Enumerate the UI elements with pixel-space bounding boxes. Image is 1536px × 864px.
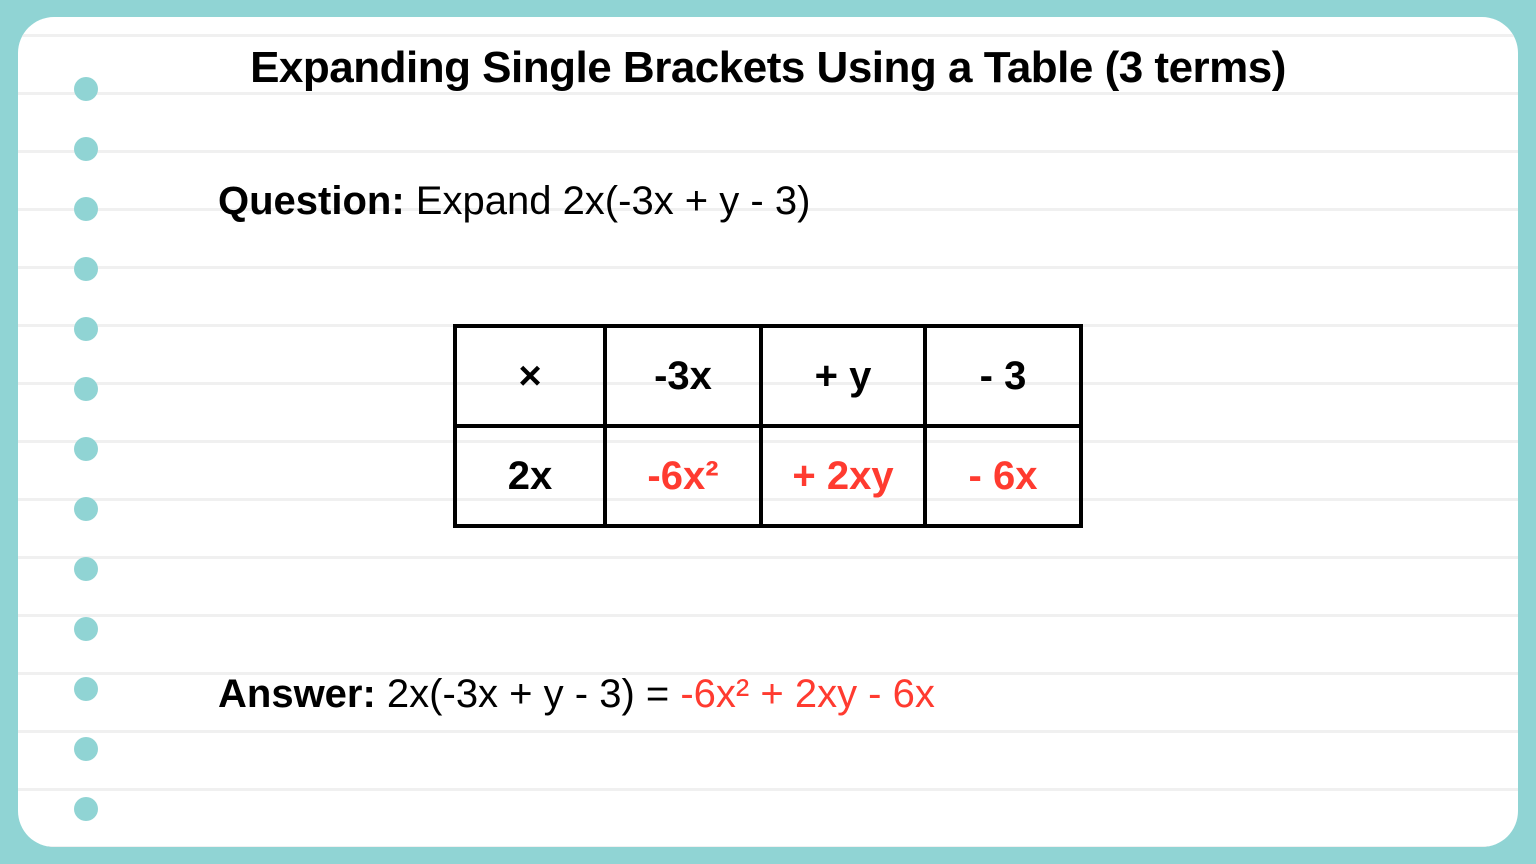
answer-label: Answer: (218, 672, 376, 716)
question-line: Question: Expand 2x(-3x + y - 3) (218, 179, 1518, 224)
cell-product2: + 2xy (761, 426, 925, 526)
notepaper-card: Expanding Single Brackets Using a Table … (18, 17, 1518, 847)
answer-text: 2x(-3x + y - 3) = (376, 672, 681, 716)
table-row: 2x -6x² + 2xy - 6x (455, 426, 1081, 526)
cell-product3: - 6x (925, 426, 1081, 526)
question-text: Expand 2x(-3x + y - 3) (405, 179, 811, 223)
cell-op: × (455, 326, 605, 426)
answer-line: Answer: 2x(-3x + y - 3) = -6x² + 2xy - 6… (218, 672, 1518, 717)
cell-product1: -6x² (605, 426, 761, 526)
page-title: Expanding Single Brackets Using a Table … (18, 43, 1518, 93)
cell-term1: -3x (605, 326, 761, 426)
content-area: Expanding Single Brackets Using a Table … (18, 17, 1518, 847)
cell-term3: - 3 (925, 326, 1081, 426)
answer-result: -6x² + 2xy - 6x (680, 672, 935, 716)
question-label: Question: (218, 179, 405, 223)
cell-multiplier: 2x (455, 426, 605, 526)
table-row: × -3x + y - 3 (455, 326, 1081, 426)
expansion-table: × -3x + y - 3 2x -6x² + 2xy - 6x (453, 324, 1083, 528)
cell-term2: + y (761, 326, 925, 426)
